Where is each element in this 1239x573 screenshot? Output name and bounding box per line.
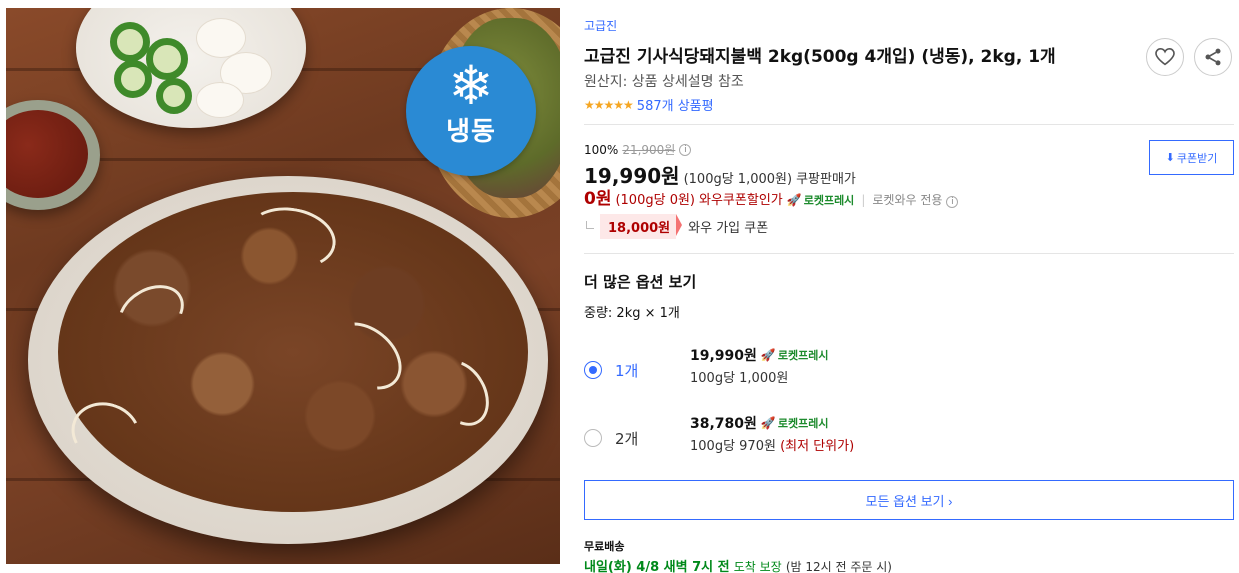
rocket-fresh-label: 로켓프레시: [777, 417, 829, 430]
delivery-guarantee: 도착 보장: [733, 560, 782, 573]
option-price: 19,990원: [690, 348, 757, 364]
option-qty: 1개: [615, 362, 639, 380]
rocket-fresh-badge: 🚀 로켓프레시: [761, 415, 829, 431]
option-unit-price-text: 100g당 970원: [690, 439, 776, 454]
rocket-fresh-badge: 🚀 로켓프레시: [761, 347, 829, 363]
option-qty: 2개: [615, 430, 639, 448]
wishlist-button[interactable]: [1146, 38, 1184, 76]
rating[interactable]: ★★★★★ 587개 상품평: [584, 95, 714, 115]
option-unit-price-text: 100g당 1,000원: [690, 371, 789, 386]
coupon-text: 와우 가입 쿠폰: [688, 221, 769, 236]
lowest-unit-label: (최저 단위가): [780, 439, 855, 454]
brand-link[interactable]: 고급진: [584, 17, 617, 34]
get-coupon-button[interactable]: ⬇ 쿠폰받기: [1149, 140, 1234, 175]
wow-price: 0원: [584, 189, 612, 209]
all-options-button[interactable]: 모든 옵션 보기 ›: [584, 480, 1234, 520]
frozen-badge: ❄ 냉동: [406, 46, 536, 176]
option-radio[interactable]: [584, 361, 602, 379]
rocket-fresh-label: 로켓프레시: [803, 194, 855, 207]
delivery-date-text: 내일(화) 4/8 새벽 7시 전: [584, 560, 730, 573]
review-count[interactable]: 587개 상품평: [637, 95, 714, 114]
get-coupon-label: 쿠폰받기: [1176, 152, 1218, 165]
weight-label: 중량: 2kg × 1개: [584, 306, 680, 321]
product-title: 고급진 기사식당돼지불백 2kg(500g 4개입) (냉동), 2kg, 1개: [584, 47, 1056, 67]
rocket-icon: 🚀: [760, 416, 776, 430]
branch-line: [586, 220, 594, 229]
product-image[interactable]: ❄ 냉동: [6, 8, 560, 564]
pepper-slice: [110, 22, 150, 62]
wow-only-label: 로켓와우 전용: [872, 193, 943, 207]
option-unit-price: 100g당 970원 (최저 단위가): [690, 435, 854, 454]
option-radio[interactable]: [584, 429, 602, 447]
delivery-date: 내일(화) 4/8 새벽 7시 전 도착 보장 (밤 12시 전 주문 시): [584, 556, 892, 573]
free-shipping-label: 무료배송: [584, 540, 625, 553]
snowflake-icon: ❄: [448, 54, 494, 117]
original-price: 21,900원: [622, 143, 676, 157]
separator: |: [861, 193, 866, 207]
info-icon[interactable]: i: [679, 143, 692, 156]
rocket-fresh-badge: 🚀 로켓프레시: [787, 192, 855, 208]
info-icon[interactable]: i: [946, 196, 959, 208]
wow-unit-price: (100g당 0원): [615, 193, 696, 208]
discount-rate: 100%: [584, 142, 619, 157]
share-icon: [1205, 48, 1221, 66]
radish-slice: [196, 82, 244, 118]
share-button[interactable]: [1194, 38, 1232, 76]
more-options-title: 더 많은 옵션 보기: [584, 273, 697, 291]
option-price: 38,780원: [690, 416, 757, 432]
heart-icon: [1155, 48, 1175, 66]
option-item[interactable]: 2개 38,780원 🚀 로켓프레시 100g당 970원 (최저 단위가): [584, 413, 1234, 473]
divider: [584, 124, 1234, 125]
frozen-badge-text: 냉동: [446, 117, 496, 147]
wow-label: 와우쿠폰할인가: [699, 193, 783, 208]
star-rating-icon: ★★★★★: [584, 97, 634, 112]
origin-text: 원산지: 상품 상세설명 참조: [584, 74, 744, 90]
rocket-fresh-label: 로켓프레시: [777, 349, 829, 362]
wow-price-row: 0원 (100g당 0원) 와우쿠폰할인가 🚀 로켓프레시 | 로켓와우 전용 …: [584, 184, 959, 209]
divider: [584, 253, 1234, 254]
download-icon: ⬇: [1165, 152, 1175, 164]
coupon-row: 18,000원 와우 가입 쿠폰: [584, 214, 768, 239]
pepper-slice: [156, 78, 192, 114]
option-unit-price: 100g당 1,000원: [690, 367, 788, 386]
rocket-icon: 🚀: [786, 193, 802, 207]
discount-row: 100% 21,900원 i: [584, 141, 692, 158]
rocket-icon: 🚀: [760, 348, 776, 362]
delivery-cutoff: (밤 12시 전 주문 시): [785, 560, 892, 573]
coupon-amount: 18,000원: [600, 214, 683, 239]
option-price-row: 38,780원 🚀 로켓프레시: [690, 413, 828, 433]
option-price-row: 19,990원 🚀 로켓프레시: [690, 345, 828, 365]
option-item[interactable]: 1개 19,990원 🚀 로켓프레시 100g당 1,000원: [584, 345, 1234, 405]
pepper-slice: [114, 60, 152, 98]
pepper-slice: [146, 38, 188, 80]
